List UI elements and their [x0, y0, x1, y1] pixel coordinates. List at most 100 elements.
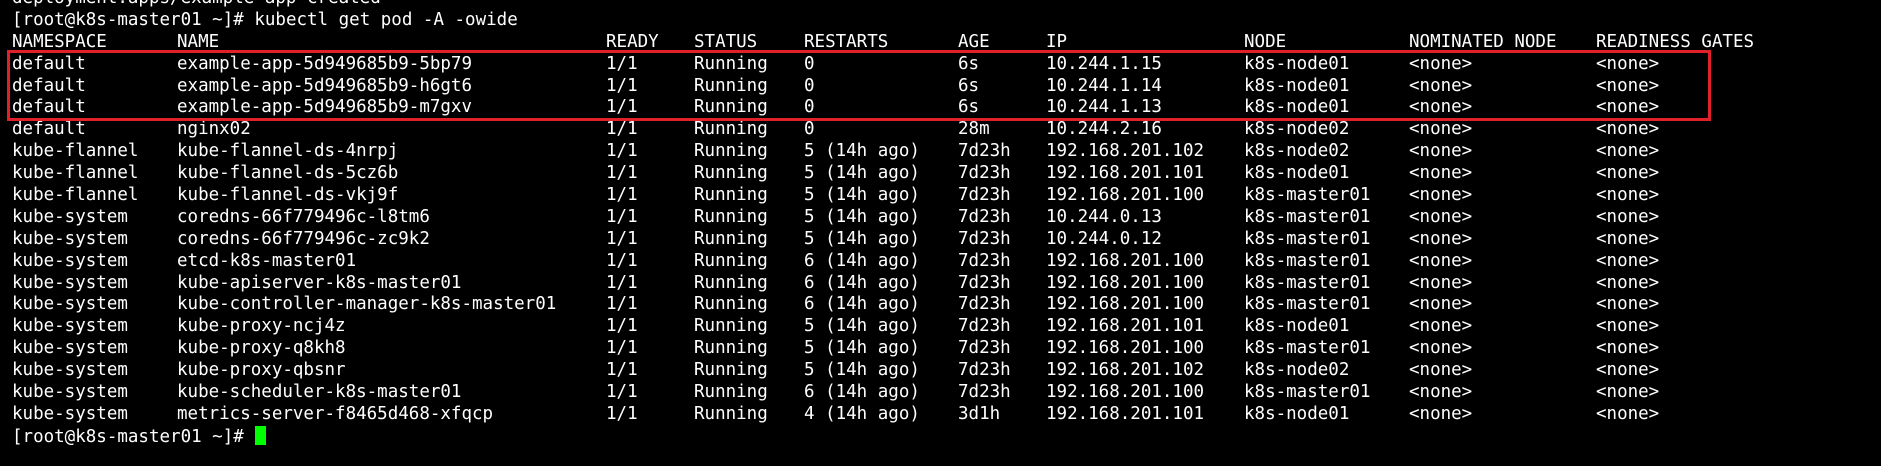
table-cell: <none> [1409, 250, 1473, 271]
table-cell: k8s-master01 [1244, 206, 1371, 227]
table-cell: coredns-66f779496c-l8tm6 [177, 206, 430, 227]
table-cell: <none> [1409, 141, 1473, 162]
table-cell: Running [694, 382, 768, 403]
table-cell: kube-flannel [12, 185, 139, 206]
table-cell: Running [694, 294, 768, 315]
table-cell: 1/1 [606, 250, 638, 271]
table-cell: kube-flannel-ds-4nrpj [177, 141, 399, 162]
table-cell: 7d23h [958, 382, 1011, 403]
table-cell: 6 (14h ago) [804, 250, 920, 271]
table-cell: <none> [1596, 141, 1660, 162]
table-row: kube-system etcd-k8s-master01 1/1 Running 6 … [12, 251, 1659, 273]
table-cell: <none> [1596, 360, 1660, 381]
table-cell: kube-flannel [12, 141, 139, 162]
table-cell: <none> [1409, 338, 1473, 359]
table-cell: 7d23h [958, 316, 1011, 337]
table-cell: Running [694, 228, 768, 249]
table-cell: 7d23h [958, 360, 1011, 381]
table-cell: kube-apiserver-k8s-master01 [177, 272, 462, 293]
table-cell: <none> [1409, 316, 1473, 337]
table-cell: Running [694, 338, 768, 359]
table-row: kube-system coredns-66f779496c-zc9k2 1/1 Ru… [12, 228, 1659, 251]
table-cell: kube-system [12, 316, 128, 337]
table-cell: 5 (14h ago) [804, 360, 920, 381]
table-cell: kube-proxy-qbsnr [177, 360, 346, 381]
table-cell: 1/1 [606, 206, 638, 227]
table-cell: <none> [1596, 228, 1660, 249]
table-cell: k8s-node01 [1244, 403, 1350, 424]
table-cell: Running [694, 141, 768, 162]
table-row: kube-flannel kube-flannel-ds-4nrpj 1/1 Runn… [12, 141, 1659, 163]
table-cell: k8s-master01 [1244, 382, 1371, 403]
table-cell: kube-system [12, 206, 128, 227]
table-cell: <none> [1596, 250, 1660, 271]
table-cell: k8s-node01 [1244, 163, 1350, 184]
table-cell: 192.168.201.101 [1046, 316, 1205, 337]
table-cell: 5 (14h ago) [804, 228, 920, 249]
table-cell: <none> [1409, 228, 1473, 249]
table-cell: kube-system [12, 382, 128, 403]
table-cell: 10.244.2.16 [1046, 119, 1162, 140]
shell-prompt: [root@k8s-master01 ~]# [12, 9, 244, 30]
table-cell: coredns-66f779496c-zc9k2 [177, 228, 430, 249]
table-cell: Running [694, 185, 768, 206]
table-cell: 1/1 [606, 382, 638, 403]
table-cell: 192.168.201.100 [1046, 382, 1205, 403]
table-cell: <none> [1596, 403, 1660, 424]
table-cell: 192.168.201.100 [1046, 250, 1205, 271]
table-row: kube-system kube-controller-manager-k8s-m… [12, 294, 1659, 316]
table-cell: 1/1 [606, 119, 638, 140]
table-cell: 5 (14h ago) [804, 316, 920, 337]
table-cell: 192.168.201.100 [1046, 294, 1205, 315]
table-cell: kube-system [12, 403, 128, 424]
table-cell: 10.244.0.12 [1046, 228, 1162, 249]
table-cell: 192.168.201.102 [1046, 141, 1205, 162]
table-row: kube-system metrics-server-f8465d468-xfqc… [12, 403, 1659, 426]
table-cell: Running [694, 163, 768, 184]
table-cell: k8s-node02 [1244, 141, 1350, 162]
table-cell: <none> [1409, 272, 1473, 293]
table-cell: kube-proxy-q8kh8 [177, 338, 346, 359]
table-row: kube-system coredns-66f779496c-l8tm6 1/1 Ru… [12, 206, 1659, 229]
previous-output-line: deployment.apps/example-app created [12, 0, 518, 10]
table-cell: nginx02 [177, 119, 251, 140]
table-cell: 6 (14h ago) [804, 382, 920, 403]
table-cell: 7d23h [958, 272, 1011, 293]
table-cell: <none> [1596, 272, 1660, 293]
table-cell: Running [694, 360, 768, 381]
table-cell: Running [694, 403, 768, 424]
table-cell: 5 (14h ago) [804, 338, 920, 359]
table-row: kube-system kube-proxy-q8kh8 1/1 Running 5 (… [12, 338, 1659, 360]
table-cell: <none> [1596, 185, 1660, 206]
table-cell: 3d1h [958, 403, 1001, 424]
table-cell: 1/1 [606, 163, 638, 184]
table-cell: Running [694, 206, 768, 227]
table-row: kube-system kube-proxy-qbsnr 1/1 Running 5 (… [12, 360, 1659, 382]
table-cell: <none> [1409, 403, 1473, 424]
table-cell: <none> [1596, 338, 1660, 359]
table-cell: 192.168.201.102 [1046, 360, 1205, 381]
table-cell: metrics-server-f8465d468-xfqcp [177, 403, 494, 424]
table-cell: 192.168.201.100 [1046, 338, 1205, 359]
table-cell: 6 (14h ago) [804, 272, 920, 293]
table-cell: kube-system [12, 338, 128, 359]
table-cell: k8s-master01 [1244, 228, 1371, 249]
table-cell: 1/1 [606, 338, 638, 359]
table-cell: kube-system [12, 272, 128, 293]
command-text: kubectl get pod -A -owide [243, 9, 518, 30]
table-cell: Running [694, 272, 768, 293]
table-cell: kube-flannel-ds-5cz6b [177, 163, 399, 184]
table-cell: 7d23h [958, 185, 1011, 206]
table-row: default nginx02 1/1 Running 0 28m 10.244.2.16 k… [12, 119, 1659, 141]
table-cell: 7d23h [958, 228, 1011, 249]
table-cell: <none> [1596, 316, 1660, 337]
table-cell: 7d23h [958, 206, 1011, 227]
command-line: [root@k8s-master01 ~]# kubectl get pod -… [12, 10, 518, 32]
table-cell: 28m [958, 119, 990, 140]
table-cell: Running [694, 250, 768, 271]
table-cell: default [12, 119, 86, 140]
table-cell: <none> [1596, 163, 1660, 184]
table-cell: <none> [1409, 206, 1473, 227]
table-cell: 1/1 [606, 141, 638, 162]
input-line[interactable]: [root@k8s-master01 ~]# [12, 425, 518, 448]
